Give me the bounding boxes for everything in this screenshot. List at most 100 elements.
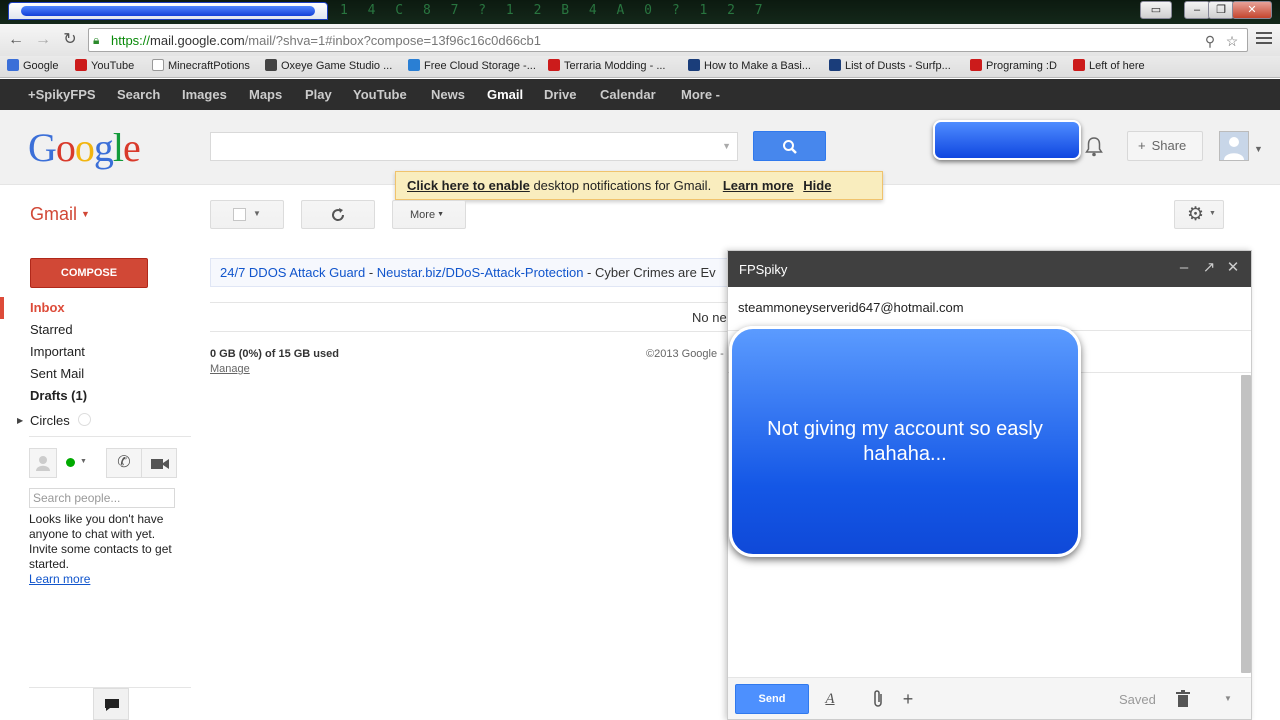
avatar[interactable] [1219,131,1249,161]
bookmark-item[interactable]: List of Dusts - Surfp... [829,59,951,72]
reload-icon[interactable]: ↻ [59,30,81,50]
sponsored-ad-row[interactable]: 24/7 DDOS Attack Guard - Neustar.biz/DDo… [210,258,730,287]
restore-button[interactable]: ❐ [1208,1,1234,19]
bookmark-favicon-icon [829,59,841,71]
search-button[interactable] [753,131,826,161]
send-button[interactable]: Send [735,684,809,714]
back-arrow-icon[interactable]: ← [5,30,27,50]
zoom-icon[interactable]: ⚲ [1201,32,1219,50]
chat-empty-message: Looks like you don't have anyone to chat… [29,512,174,587]
gbar-item[interactable]: Play [305,87,332,102]
recipient-field[interactable]: steammoneyserverid647@hotmail.com [738,300,964,315]
learn-more-link[interactable]: Learn more [723,178,794,193]
gbar-item[interactable]: Maps [249,87,282,102]
forward-arrow-icon[interactable]: → [32,30,54,50]
browser-titlebar: 1 4 C 8 7 ? 1 2 B 4 A 0 ? 1 2 7 ▭ – ❐ ✕ [0,0,1280,24]
gbar-item[interactable]: More - [681,87,720,102]
enable-notifications-link[interactable]: Click here to enable [407,178,530,193]
ad-title[interactable]: 24/7 DDOS Attack Guard [220,265,365,280]
search-people-input[interactable]: Search people... [29,488,175,508]
logo-letter: e [123,125,141,170]
google-logo[interactable]: Google [28,124,141,171]
bookmark-favicon-icon [75,59,87,71]
close-icon[interactable]: ✕ [1224,259,1242,277]
nav-item-circles[interactable]: Circles [30,413,70,428]
bookmark-label: Left of here [1089,60,1145,72]
omnibox[interactable]: 🔒︎ https://mail.google.com/mail/?shva=1#… [88,28,1248,52]
bookmark-item[interactable]: Oxeye Game Studio ... [265,59,392,72]
divider [29,436,191,437]
more-options-caret-icon[interactable]: ▼ [1218,689,1238,709]
browser-tab[interactable] [8,2,328,20]
nav-item-starred[interactable]: Starred [30,322,73,337]
gmail-menu-label[interactable]: Gmail ▼ [30,204,90,225]
ad-url[interactable]: Neustar.biz/DDoS-Attack-Protection [377,265,584,280]
nav-item-drafts[interactable]: Drafts (1) [30,388,87,403]
bookmark-label: Oxeye Game Studio ... [281,60,393,72]
gbar-item[interactable]: News [431,87,465,102]
video-call-icon[interactable] [141,448,177,478]
bookmark-item[interactable]: Google [7,59,58,72]
logo-letter: G [28,125,57,170]
bookmark-favicon-icon [1073,59,1085,71]
phone-call-icon[interactable]: ✆ [106,448,142,478]
nav-item-important[interactable]: Important [30,344,85,359]
nav-item-sent-mail[interactable]: Sent Mail [30,366,84,381]
settings-button[interactable]: ⚙ ▼ [1174,200,1224,229]
gbar-item[interactable]: Images [182,87,227,102]
bookmark-label: Google [23,60,59,72]
gbar-item[interactable]: Drive [544,87,577,102]
gbar-item[interactable]: Gmail [487,87,523,102]
share-label: Share [1151,138,1187,153]
search-input[interactable]: ▼ [210,132,738,161]
chat-message-text: Looks like you don't have anyone to chat… [29,512,172,571]
bookmark-favicon-icon [408,59,420,71]
notifications-bell-icon[interactable] [1084,136,1104,158]
gbar-item[interactable]: Calendar [600,87,656,102]
chat-learn-more-link[interactable]: Learn more [29,572,90,586]
chat-bubble-button[interactable] [93,688,129,720]
bookmark-item[interactable]: Left of here [1073,59,1145,72]
chrome-menu-icon[interactable] [1256,32,1272,46]
pop-out-icon[interactable]: ↗ [1200,259,1218,277]
search-options-caret-icon[interactable]: ▼ [722,141,731,151]
gbar-item[interactable]: YouTube [353,87,407,102]
attach-paperclip-icon[interactable] [869,689,889,709]
hide-link[interactable]: Hide [803,178,831,193]
bookmark-item[interactable]: Programing :D [970,59,1057,72]
manage-storage-link[interactable]: Manage [210,363,250,375]
bookmark-item[interactable]: YouTube [75,59,134,72]
share-button[interactable]: + Share [1127,131,1203,161]
compose-button[interactable]: COMPOSE [30,258,148,288]
minimize-icon[interactable]: – [1175,259,1193,277]
circles-expand-icon[interactable]: ▶ [17,416,23,425]
discard-trash-icon[interactable] [1173,689,1193,709]
refresh-button[interactable] [301,200,375,229]
bookmark-item[interactable]: Free Cloud Storage -... [408,59,536,72]
more-button[interactable]: More ▼ [392,200,466,229]
bookmark-star-icon[interactable]: ☆ [1223,32,1241,50]
account-caret-icon[interactable]: ▼ [1254,144,1263,154]
bookmark-item[interactable]: MinecraftPotions [152,59,250,72]
compose-scrollbar[interactable] [1241,375,1251,673]
chat-avatar-icon[interactable] [29,448,57,478]
close-window-button[interactable]: ✕ [1232,1,1272,19]
bookmark-label: Programing :D [986,60,1057,72]
window-profile-button[interactable]: ▭ [1140,1,1172,19]
insert-plus-icon[interactable]: + [898,689,918,709]
desktop-notification-banner: Click here to enable desktop notificatio… [395,171,883,200]
gbar-item[interactable]: Search [117,87,160,102]
bookmark-label: YouTube [91,60,135,72]
bookmark-item[interactable]: How to Make a Basi... [688,59,811,72]
compose-title: FPSpiky [739,262,788,277]
status-caret-icon[interactable]: ▼ [80,458,87,465]
status-available-icon[interactable] [66,458,75,467]
nav-item-inbox[interactable]: Inbox [30,300,65,315]
select-checkbox-button[interactable]: ▼ [210,200,284,229]
formatting-icon[interactable]: A [820,689,840,709]
gbar-item[interactable]: +SpikyFPS [28,87,96,102]
minimize-button[interactable]: – [1184,1,1210,19]
bookmark-favicon-icon [688,59,700,71]
compose-header[interactable]: FPSpiky – ↗ ✕ [728,251,1251,287]
bookmark-item[interactable]: Terraria Modding - ... [548,59,665,72]
